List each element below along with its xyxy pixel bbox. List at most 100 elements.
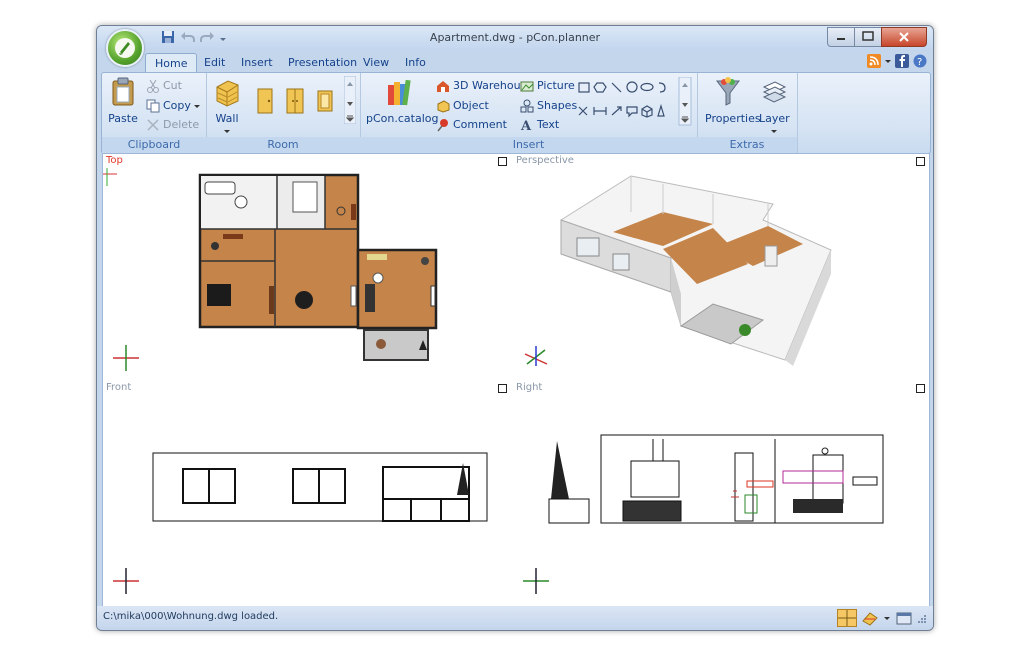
viewport-perspective-label: Perspective bbox=[516, 155, 574, 166]
tab-row-icons: ? bbox=[867, 54, 927, 68]
room-group-label: Room bbox=[206, 137, 360, 153]
render-mode-icon[interactable] bbox=[861, 609, 879, 627]
help-icon[interactable]: ? bbox=[913, 54, 927, 68]
tab-info[interactable]: Info bbox=[396, 53, 435, 72]
front-elevation bbox=[113, 452, 488, 594]
pcon-catalog-label: pCon.catalog bbox=[366, 112, 439, 125]
wall-dropdown-icon[interactable] bbox=[224, 129, 230, 135]
undo-icon[interactable] bbox=[180, 30, 195, 45]
tab-home[interactable]: Home bbox=[145, 53, 198, 73]
title-bar: Apartment.dwg - pCon.planner bbox=[97, 26, 933, 50]
copy-icon bbox=[146, 99, 160, 112]
facebook-icon[interactable] bbox=[895, 54, 909, 68]
object-button[interactable]: Object bbox=[436, 97, 489, 114]
viewport-front-label: Front bbox=[106, 382, 132, 393]
app-window: Apartment.dwg - pCon.planner Home Edit I… bbox=[96, 25, 934, 631]
cut-label: Cut bbox=[163, 79, 182, 92]
viewport-perspective-maximize-button[interactable] bbox=[916, 157, 925, 166]
viewport-right-label: Right bbox=[516, 382, 543, 393]
copy-button[interactable]: Copy bbox=[146, 97, 200, 114]
close-button[interactable] bbox=[881, 27, 927, 47]
application-menu-button[interactable] bbox=[106, 29, 144, 67]
layer-label: Layer bbox=[759, 112, 790, 125]
window-controls bbox=[827, 27, 927, 47]
tab-view[interactable]: View bbox=[354, 53, 398, 72]
layer-dropdown-icon[interactable] bbox=[771, 129, 777, 135]
perspective-render bbox=[524, 175, 832, 366]
delete-icon bbox=[147, 118, 159, 131]
3d-warehouse-button[interactable]: 3D Warehouse bbox=[436, 77, 533, 94]
warehouse-icon bbox=[437, 80, 449, 92]
save-icon[interactable] bbox=[161, 30, 176, 45]
door-single-button[interactable] bbox=[256, 87, 274, 118]
shapes-label: Shapes bbox=[537, 99, 578, 112]
four-viewports-icon[interactable] bbox=[837, 609, 857, 627]
text-button[interactable]: A Text bbox=[520, 116, 559, 133]
comment-button[interactable]: Comment bbox=[436, 116, 507, 133]
ribbon-tab-row: Home Edit Insert Presentation View Info … bbox=[97, 50, 933, 73]
room-gallery-scroll[interactable] bbox=[344, 76, 356, 124]
polygon-shape-icon bbox=[593, 82, 607, 93]
pcon-catalog-button[interactable]: pCon.catalog bbox=[366, 77, 439, 125]
insert-group-label: Insert bbox=[360, 137, 697, 153]
text-icon: A bbox=[520, 119, 532, 132]
shapes-icon bbox=[520, 99, 534, 112]
box-shape-icon bbox=[641, 105, 653, 118]
picture-button[interactable]: Picture bbox=[520, 77, 575, 94]
picture-label: Picture bbox=[537, 79, 575, 92]
fullscreen-icon[interactable] bbox=[895, 609, 913, 627]
render-mode-dropdown-icon[interactable] bbox=[883, 609, 891, 627]
cut-button[interactable]: Cut bbox=[146, 77, 182, 94]
wall-button[interactable]: Wall bbox=[212, 77, 242, 138]
viewport-right[interactable]: Right bbox=[513, 381, 929, 607]
viewport-front[interactable]: Front bbox=[103, 381, 511, 607]
viewport-top[interactable]: Top bbox=[103, 154, 511, 379]
customize-toolbar-icon[interactable] bbox=[218, 30, 233, 45]
pcon-logo-icon bbox=[115, 38, 135, 58]
ellipse-shape-icon bbox=[640, 82, 654, 92]
clipboard-group-label: Clipboard bbox=[102, 137, 206, 153]
cone-shape-icon bbox=[657, 103, 665, 117]
shapes-gallery[interactable] bbox=[575, 77, 693, 127]
svg-text:?: ? bbox=[917, 57, 922, 68]
window-element-button[interactable] bbox=[316, 87, 334, 118]
wall-label: Wall bbox=[215, 112, 239, 125]
door-icon bbox=[257, 88, 273, 114]
minimize-button[interactable] bbox=[827, 27, 855, 47]
viewport-top-label: Top bbox=[106, 155, 123, 166]
viewport-front-maximize-button[interactable] bbox=[498, 384, 507, 393]
resize-grip-icon[interactable] bbox=[917, 609, 927, 627]
arrow-shape-icon bbox=[611, 106, 622, 116]
delete-button[interactable]: Delete bbox=[146, 116, 199, 133]
redo-icon[interactable] bbox=[199, 30, 214, 45]
double-door-icon bbox=[286, 88, 304, 114]
callout-shape-icon bbox=[626, 106, 638, 118]
tab-edit[interactable]: Edit bbox=[195, 53, 234, 72]
svg-text:A: A bbox=[520, 119, 532, 132]
maximize-button[interactable] bbox=[854, 27, 882, 47]
viewport-right-maximize-button[interactable] bbox=[916, 384, 925, 393]
pin-icon bbox=[437, 118, 448, 131]
ribbon: Paste Cut Copy Delete Clipboard Wall Roo… bbox=[101, 72, 931, 154]
comment-label: Comment bbox=[453, 118, 507, 131]
rss-icon[interactable] bbox=[867, 54, 881, 68]
paste-label: Paste bbox=[108, 112, 138, 125]
wall-icon bbox=[216, 80, 239, 107]
line-shape-icon bbox=[611, 82, 622, 93]
door-double-button[interactable] bbox=[286, 87, 304, 118]
viewport-perspective[interactable]: Perspective bbox=[513, 154, 929, 379]
layer-button[interactable]: Layer bbox=[759, 77, 790, 138]
viewport-top-maximize-button[interactable] bbox=[498, 157, 507, 166]
status-bar: C:\mika\000\Wohnung.dwg loaded. bbox=[97, 606, 933, 630]
window-icon bbox=[317, 90, 333, 112]
shapes-button[interactable]: Shapes bbox=[520, 97, 577, 114]
rss-dropdown-icon[interactable] bbox=[885, 54, 891, 68]
copy-dropdown-icon[interactable] bbox=[193, 101, 200, 111]
paste-button[interactable]: Paste bbox=[108, 77, 138, 125]
tab-insert[interactable]: Insert bbox=[232, 53, 282, 72]
cross-shape-icon bbox=[578, 106, 588, 116]
picture-icon bbox=[520, 81, 534, 91]
status-text: C:\mika\000\Wohnung.dwg loaded. bbox=[103, 611, 279, 622]
properties-button[interactable]: Properties bbox=[705, 77, 761, 125]
arc-shape-icon bbox=[658, 82, 666, 93]
